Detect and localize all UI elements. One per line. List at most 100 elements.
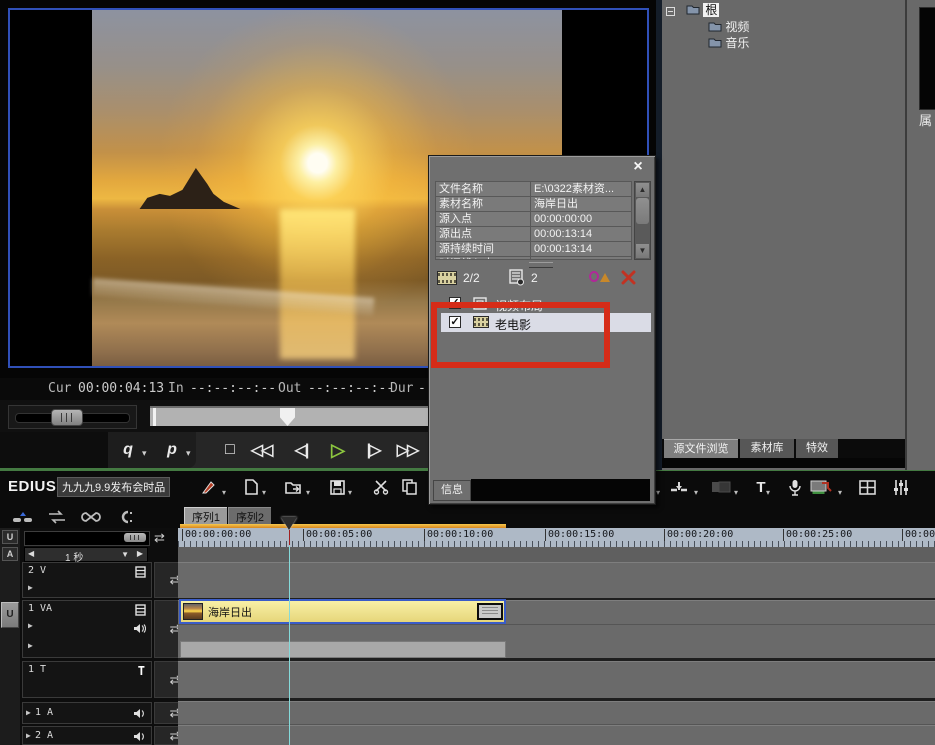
tab-bin[interactable]: 素材库 — [740, 439, 794, 458]
step-back-button[interactable]: ◁| — [286, 436, 316, 464]
right-side-strip: 属 — [905, 0, 935, 470]
layouter-icon[interactable] — [589, 269, 615, 287]
prop-value: E:\0322素材资... — [531, 182, 631, 196]
tree-root-row[interactable]: 根 — [686, 3, 719, 19]
track-header-2a[interactable]: ▶ 2 A ⇄ — [20, 726, 178, 745]
open-caret[interactable]: ▾ — [306, 488, 310, 497]
video-mute-button[interactable]: U — [2, 530, 18, 544]
scrub-playhead[interactable] — [280, 408, 295, 426]
cut-scissors-icon[interactable] — [370, 476, 392, 498]
ruler-label-4: 00:00:20:00 — [664, 529, 733, 541]
export-icon[interactable] — [810, 476, 832, 498]
delete-x-icon[interactable] — [621, 270, 636, 285]
audio-mixer-icon[interactable] — [890, 476, 912, 498]
panel-resize-grip[interactable] — [529, 262, 553, 268]
info-tab-filler — [471, 479, 650, 501]
timeline-playhead-marker[interactable] — [281, 517, 297, 530]
tree-item-video-label[interactable]: 视频 — [725, 20, 749, 34]
save-icon[interactable] — [326, 476, 348, 498]
rendered-region-bar — [180, 524, 506, 528]
track-1va-expand-icon[interactable]: ▶ — [28, 621, 33, 630]
layout-grid-icon[interactable] — [856, 476, 878, 498]
stop-button[interactable]: □ — [214, 436, 244, 464]
copy-icon[interactable] — [398, 476, 420, 498]
snap-magnet-icon[interactable] — [112, 508, 138, 526]
loop-icon[interactable] — [78, 508, 104, 526]
set-out-button[interactable]: p — [156, 436, 186, 464]
step-forward-button[interactable]: |▷ — [358, 436, 388, 464]
save-caret[interactable]: ▾ — [348, 488, 352, 497]
tree-root-label[interactable]: 根 — [703, 3, 719, 17]
timeline-scale-slider[interactable] — [24, 531, 150, 546]
fast-forward-button[interactable]: ▷▷ — [392, 436, 422, 464]
voiceover-mic-icon[interactable] — [784, 476, 806, 498]
scroll-up-icon[interactable]: ▲ — [636, 183, 649, 197]
track-2v-expand-icon[interactable]: ▶ — [28, 583, 33, 592]
swap-sync-icon[interactable] — [44, 508, 70, 526]
connect-clips-icon[interactable] — [10, 508, 36, 526]
lane-2a[interactable] — [178, 725, 935, 745]
export-caret[interactable]: ▾ — [838, 488, 842, 497]
lane-1a[interactable] — [178, 701, 935, 725]
rewind-button[interactable]: ◁◁ — [246, 436, 276, 464]
add-cut-point-icon[interactable] — [668, 476, 690, 498]
zoom-right-arrow[interactable]: ▶ — [137, 549, 143, 558]
prop-value: 00:00:00:00 — [531, 212, 631, 226]
transition-icon[interactable] — [710, 476, 732, 498]
tab-source-browser[interactable]: 源文件浏览 — [664, 439, 738, 459]
properties-scrollbar[interactable]: ▲ ▼ — [634, 181, 651, 260]
timeline-clip[interactable]: 海岸日出 — [179, 599, 506, 624]
shuttle-handle[interactable] — [51, 409, 83, 426]
out-dropdown-caret[interactable]: ▾ — [186, 448, 191, 459]
timeline-scale-handle[interactable] — [124, 533, 146, 542]
tree-item-music-label[interactable]: 音乐 — [725, 36, 749, 50]
track-1va-expand2-icon[interactable]: ▶ — [28, 641, 33, 650]
audio-mute-button[interactable]: A — [2, 547, 18, 561]
new-file-icon[interactable] — [240, 476, 262, 498]
new-file-caret[interactable]: ▾ — [262, 488, 266, 497]
shuttle-control[interactable] — [8, 405, 137, 429]
title-caret[interactable]: ▾ — [766, 488, 770, 497]
transition-caret[interactable]: ▾ — [734, 488, 738, 497]
capture-pen-icon[interactable] — [198, 476, 220, 498]
track-1va-mute-button[interactable]: U — [1, 602, 19, 628]
close-icon[interactable]: × — [628, 159, 648, 175]
clip-audio-sublane[interactable] — [180, 641, 506, 658]
track-header-1a[interactable]: ▶ 1 A ⇄ — [20, 702, 178, 724]
tab-effects[interactable]: 特效 — [796, 439, 838, 458]
project-name-field[interactable]: 九九九9.9发布会时品 — [57, 477, 170, 497]
lane-1t[interactable] — [178, 661, 935, 699]
open-project-icon[interactable] — [282, 476, 304, 498]
play-button[interactable]: ▷ — [322, 436, 352, 464]
track-header-1t[interactable]: 1 T T ⇄ — [20, 661, 178, 698]
zoom-left-arrow[interactable]: ◀ — [28, 549, 34, 558]
track-2a-name: 2 A — [35, 730, 53, 741]
tree-item-video[interactable]: 视频 — [708, 20, 749, 36]
timeline-zoom-selector[interactable]: ◀ 1 秒 ▼ ▶ — [24, 547, 148, 562]
scroll-down-icon[interactable]: ▼ — [636, 244, 649, 258]
capture-caret[interactable]: ▾ — [222, 488, 226, 497]
tree-expander-icon[interactable] — [666, 7, 675, 16]
in-dropdown-caret[interactable]: ▾ — [142, 448, 147, 459]
info-tab[interactable]: 信息 — [433, 480, 471, 501]
track-header-1va[interactable]: 1 VA ▶ ▶ ⇄ — [20, 600, 178, 658]
track-strip-column: U A U — [0, 528, 20, 745]
timeline-ruler[interactable]: 00:00:00:00 00:00:05:00 00:00:10:00 00:0… — [178, 528, 935, 547]
right-scroll-track[interactable] — [919, 7, 935, 110]
cutpoint-caret[interactable]: ▾ — [694, 488, 698, 497]
track-header-2v[interactable]: 2 V ▶ ⇄ — [20, 562, 178, 598]
trim-caret[interactable]: ▾ — [656, 488, 660, 497]
playhead-line-ruler — [289, 530, 290, 545]
track-2a-expand-icon[interactable]: ▶ — [26, 731, 31, 740]
clip-properties-table: 文件名称 E:\0322素材资... 素材名称 海岸日出 源入点 00:00:0… — [435, 181, 632, 260]
clip-filter-badge[interactable] — [477, 603, 503, 620]
rock-silhouette — [139, 160, 242, 210]
ripple-sync-icon[interactable]: ⇄ — [154, 530, 165, 546]
tree-item-music[interactable]: 音乐 — [708, 36, 749, 52]
track-1a-expand-icon[interactable]: ▶ — [26, 708, 31, 717]
set-in-button[interactable]: q — [112, 436, 142, 464]
scrollbar-thumb[interactable] — [636, 198, 649, 224]
lane-2v[interactable] — [178, 562, 935, 599]
transport-left-spacer — [0, 432, 108, 468]
zoom-dropdown-arrow[interactable]: ▼ — [121, 550, 129, 559]
